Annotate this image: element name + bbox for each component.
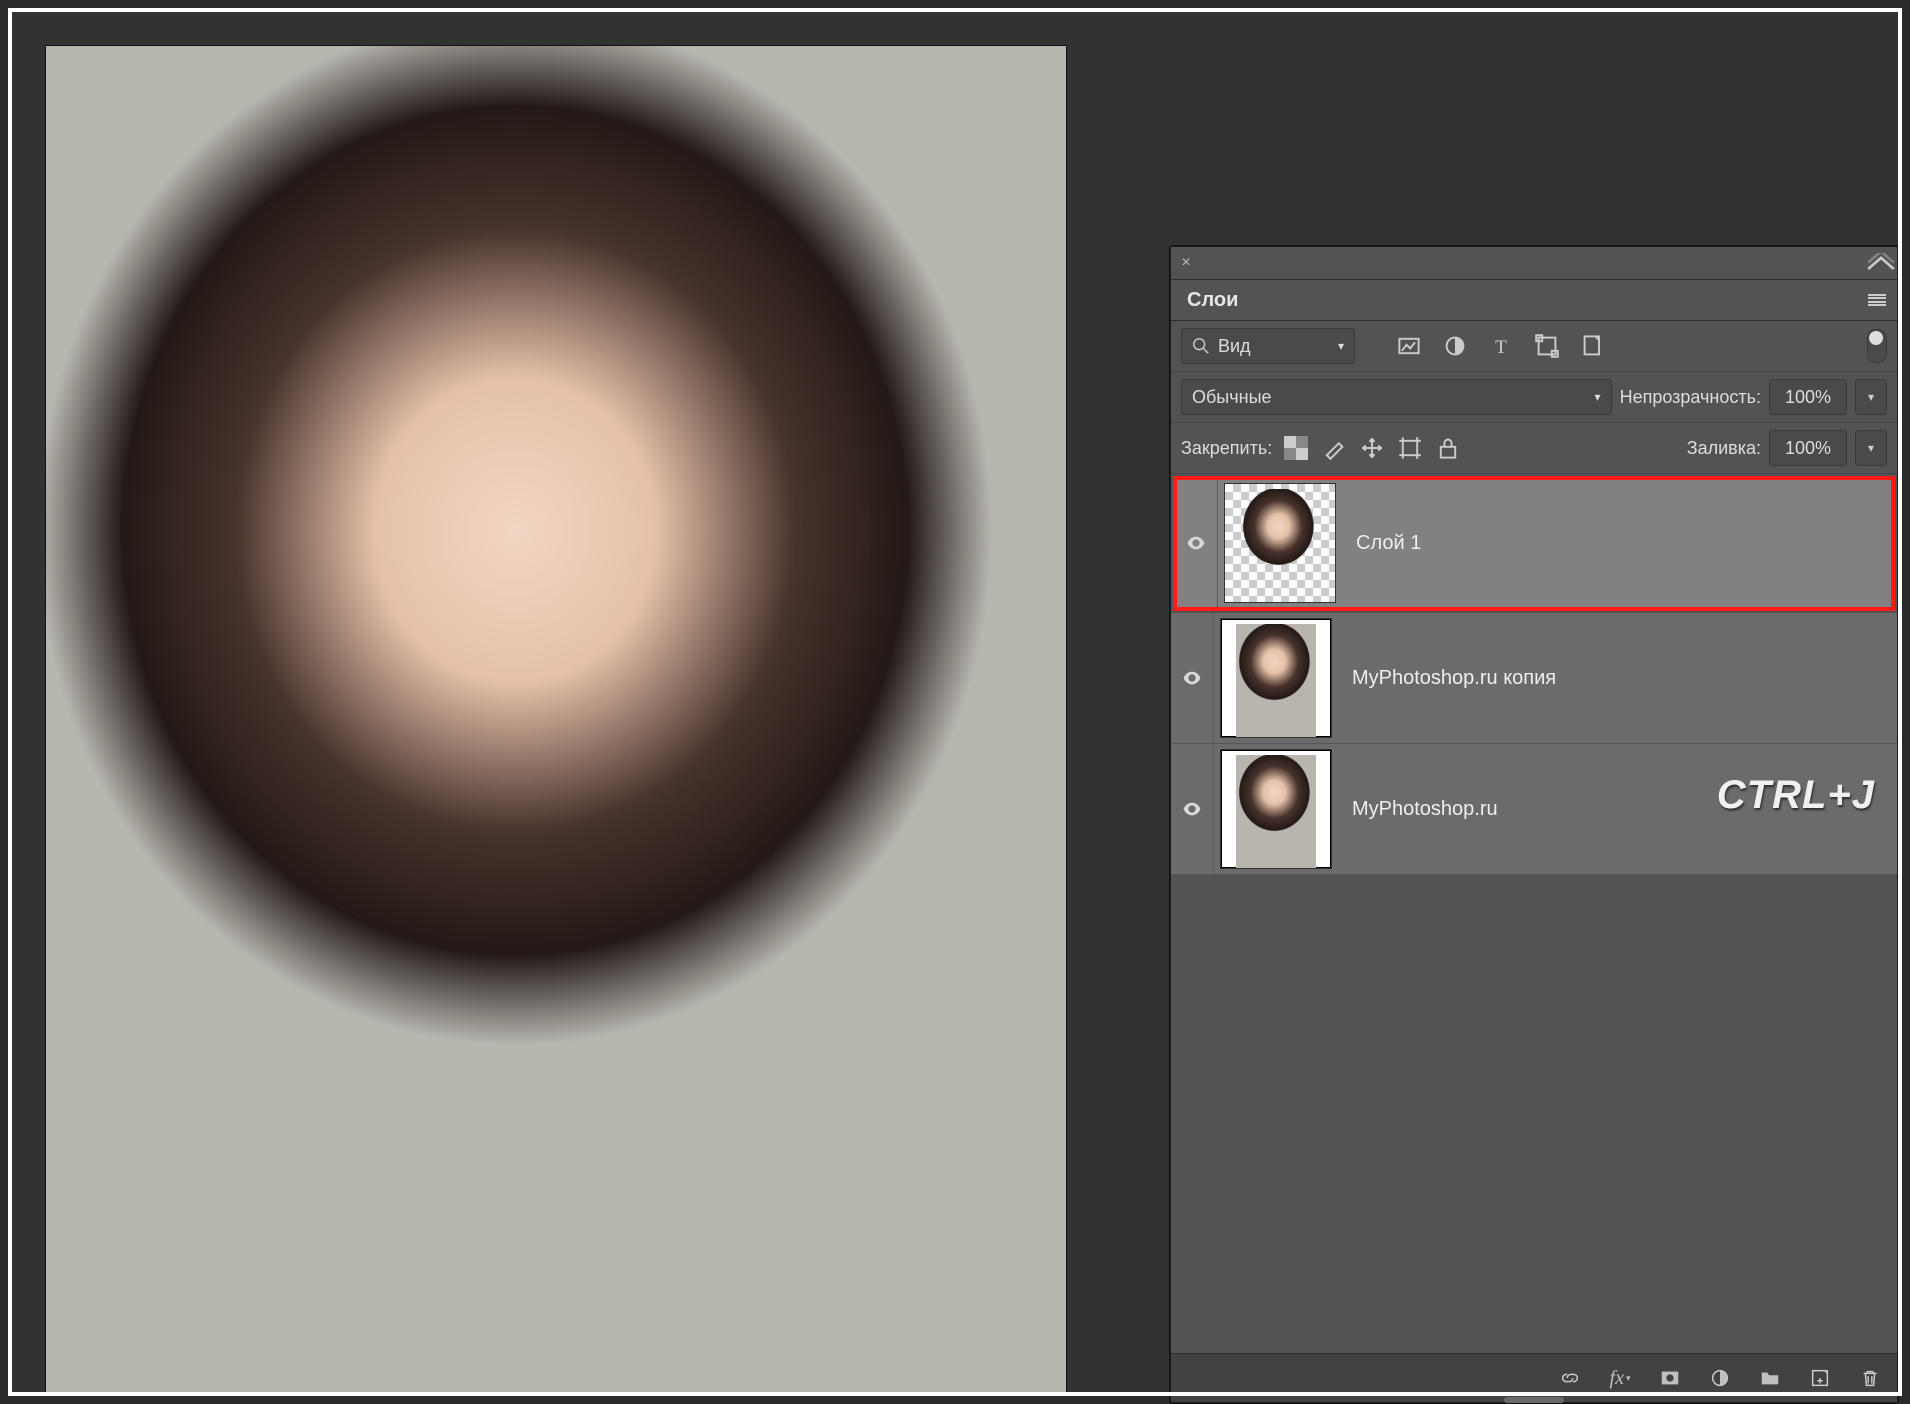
visibility-toggle[interactable] [1171, 613, 1214, 743]
fill-stepper[interactable]: ▾ [1855, 430, 1887, 466]
blend-mode-dropdown[interactable]: Обычные ▾ [1181, 379, 1612, 415]
chevron-down-icon: ▾ [1338, 339, 1344, 353]
lock-transparency-icon[interactable] [1284, 436, 1308, 460]
shape-filter-icon[interactable] [1535, 334, 1559, 358]
layer-filter-row: Вид ▾ T [1171, 321, 1897, 372]
new-group-icon[interactable] [1757, 1365, 1783, 1391]
pixel-filter-icon[interactable] [1397, 334, 1421, 358]
opacity-stepper[interactable]: ▾ [1855, 379, 1887, 415]
panel-titlebar[interactable]: × [1171, 247, 1897, 280]
chevron-down-icon: ▾ [1595, 390, 1601, 404]
portrait-photo [46, 46, 1066, 1392]
layer-row[interactable]: MyPhotoshop.ru копия [1171, 613, 1897, 744]
panel-footer: fx▾ [1171, 1353, 1897, 1402]
opacity-label: Непрозрачность: [1620, 387, 1761, 408]
fill-label: Заливка: [1687, 438, 1761, 459]
resize-grip[interactable] [1504, 1397, 1564, 1403]
blend-mode-row: Обычные ▾ Непрозрачность: 100% ▾ [1171, 372, 1897, 423]
tab-layers[interactable]: Слои [1171, 280, 1254, 320]
layers-panel: × Слои Вид ▾ [1170, 246, 1898, 1403]
close-icon[interactable]: × [1171, 247, 1201, 279]
lock-all-icon[interactable] [1436, 436, 1460, 460]
visibility-toggle[interactable] [1171, 744, 1214, 874]
link-layers-icon[interactable] [1557, 1365, 1583, 1391]
filter-toggle[interactable] [1867, 329, 1887, 363]
lock-label: Закрепить: [1181, 438, 1272, 459]
lock-row: Закрепить: Заливка: 100% ▾ [1171, 423, 1897, 474]
opacity-value[interactable]: 100% [1769, 379, 1847, 415]
layer-thumbnail[interactable] [1224, 483, 1336, 603]
adjustment-filter-icon[interactable] [1443, 334, 1467, 358]
blend-mode-value: Обычные [1192, 387, 1272, 408]
smartobject-filter-icon[interactable] [1581, 334, 1605, 358]
lock-artboard-icon[interactable] [1398, 436, 1422, 460]
layer-name[interactable]: MyPhotoshop.ru [1352, 798, 1498, 821]
lock-pixels-icon[interactable] [1322, 436, 1346, 460]
filter-kind-label: Вид [1218, 336, 1251, 357]
layer-thumbnail[interactable] [1220, 618, 1332, 738]
panel-tabs: Слои [1171, 280, 1897, 321]
shortcut-overlay: CTRL+J [1717, 773, 1875, 818]
layer-style-icon[interactable]: fx▾ [1607, 1365, 1633, 1391]
workspace-background: × Слои Вид ▾ [12, 12, 1898, 1392]
fill-value[interactable]: 100% [1769, 430, 1847, 466]
visibility-toggle[interactable] [1175, 478, 1218, 608]
adjustment-layer-icon[interactable] [1707, 1365, 1733, 1391]
type-filter-icon[interactable]: T [1489, 334, 1513, 358]
layer-name[interactable]: MyPhotoshop.ru копия [1352, 667, 1556, 690]
lock-position-icon[interactable] [1360, 436, 1384, 460]
document-canvas[interactable] [46, 46, 1066, 1392]
layer-thumbnail[interactable] [1220, 749, 1332, 869]
svg-text:T: T [1495, 337, 1507, 358]
panel-menu-icon[interactable] [1857, 280, 1897, 320]
layer-name[interactable]: Слой 1 [1356, 532, 1421, 555]
layer-row[interactable]: Слой 1 [1175, 478, 1893, 609]
collapse-icon[interactable] [1865, 247, 1897, 279]
layer-mask-icon[interactable] [1657, 1365, 1683, 1391]
filter-kind-dropdown[interactable]: Вид ▾ [1181, 328, 1355, 364]
delete-layer-icon[interactable] [1857, 1365, 1883, 1391]
new-layer-icon[interactable] [1807, 1365, 1833, 1391]
